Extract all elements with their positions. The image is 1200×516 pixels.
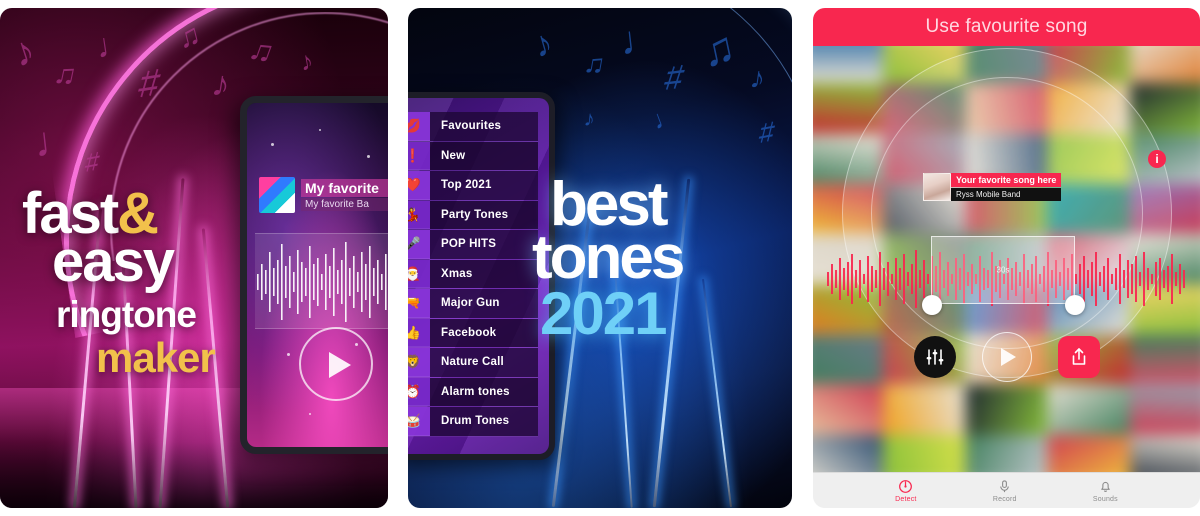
menu-item-label: Alarm tones bbox=[430, 377, 538, 406]
menu-item-favourites[interactable]: 💋Favourites bbox=[408, 112, 538, 142]
share-icon bbox=[1072, 348, 1085, 365]
dancer-icon: 💃 bbox=[408, 200, 430, 229]
menu-item-top-2021[interactable]: ❤️Top 2021 bbox=[408, 171, 538, 201]
album-art-tile bbox=[1129, 384, 1200, 435]
headline-easy: easy bbox=[52, 229, 175, 295]
menu-item-label: POP HITS bbox=[430, 230, 538, 259]
menu-item-pop-hits[interactable]: 🎤POP HITS bbox=[408, 230, 538, 260]
trim-handle-left[interactable] bbox=[922, 295, 942, 315]
star-dot bbox=[367, 155, 370, 158]
thumbs-up-icon: 👍 bbox=[408, 318, 430, 347]
menu-item-label: Facebook bbox=[430, 318, 538, 347]
menu-item-label: Drum Tones bbox=[430, 407, 538, 436]
use-favourite-song-header[interactable]: Use favourite song bbox=[813, 8, 1200, 46]
exclamation-icon: ❗ bbox=[408, 141, 430, 170]
panel3-song-title: Your favorite song here bbox=[951, 173, 1062, 187]
circle-overlay-inner bbox=[870, 77, 1143, 349]
info-badge-icon[interactable]: i bbox=[1148, 150, 1166, 168]
menu-item-major-gun[interactable]: 🔫Major Gun bbox=[408, 289, 538, 319]
panel1-song-text: My favorite My favorite Ba bbox=[301, 179, 388, 211]
panel3-song-text: Your favorite song here Ryss Mobile Band bbox=[951, 173, 1062, 201]
menu-item-label: New bbox=[430, 141, 538, 170]
play-button[interactable] bbox=[981, 332, 1032, 382]
headline-2021: 2021 bbox=[540, 279, 667, 347]
screenshot-panel-3[interactable]: Use favourite song i Your favorite song … bbox=[813, 8, 1200, 508]
menu-item-label: Nature Call bbox=[430, 348, 538, 377]
bell-icon bbox=[1098, 479, 1113, 495]
tab-label: Sounds bbox=[1092, 495, 1118, 503]
pistol-icon: 🔫 bbox=[408, 289, 430, 318]
selection-duration-label: 30s bbox=[996, 265, 1010, 275]
tab-label: Detect bbox=[895, 495, 917, 503]
album-art-tile bbox=[1047, 384, 1130, 435]
panel3-song-artist: Ryss Mobile Band bbox=[951, 188, 1062, 201]
tab-detect[interactable]: Detect bbox=[895, 479, 916, 503]
tab-label: Record bbox=[992, 495, 1017, 503]
music-note-icon: ♪ bbox=[582, 105, 597, 132]
lion-icon: 🦁 bbox=[408, 348, 430, 377]
menu-item-nature-call[interactable]: 🦁Nature Call bbox=[408, 348, 538, 378]
menu-item-label: Top 2021 bbox=[430, 171, 538, 200]
menu-item-alarm-tones[interactable]: ⏰Alarm tones bbox=[408, 377, 538, 407]
detect-icon bbox=[898, 479, 913, 495]
menu-item-label: Major Gun bbox=[430, 289, 538, 318]
tab-record[interactable]: Record bbox=[993, 479, 1017, 503]
menu-item-party-tones[interactable]: 💃Party Tones bbox=[408, 200, 538, 230]
screenshot-panel-1[interactable]: ♪ ♫ ♩ ♯ ♫ ♪ ♩ ♫ ♪ ♯ fast& easy ringtone … bbox=[0, 8, 388, 508]
menu-item-label: Party Tones bbox=[430, 200, 538, 229]
headline-tones: tones bbox=[532, 223, 685, 293]
panel1-song-title: My favorite bbox=[301, 179, 388, 197]
equalizer-icon bbox=[926, 349, 943, 365]
music-note-icon: ♩ bbox=[617, 16, 663, 64]
screenshot-panel-2[interactable]: ♪ ♫ ♩ ♯ ♫ ♪ ♩ ♯ ♪ best tones 2021 💋Favou… bbox=[408, 8, 792, 508]
panel1-headline: fast& easy ringtone maker bbox=[22, 185, 292, 382]
screenshot-gallery: ♪ ♫ ♩ ♯ ♫ ♪ ♩ ♫ ♪ ♯ fast& easy ringtone … bbox=[0, 0, 1200, 516]
menu-item-label: Favourites bbox=[430, 112, 538, 141]
microphone-icon: 🎤 bbox=[408, 230, 430, 259]
heart-icon: ❤️ bbox=[408, 171, 430, 200]
share-button[interactable] bbox=[1057, 336, 1100, 378]
trim-selection-region[interactable]: 30s bbox=[931, 236, 1075, 304]
bottom-tab-bar[interactable]: Detect Record Sounds bbox=[813, 472, 1200, 508]
microphone-icon bbox=[997, 479, 1012, 495]
menu-item-label: Xmas bbox=[430, 259, 538, 288]
album-art-tile bbox=[883, 384, 966, 435]
lips-icon: 💋 bbox=[408, 112, 430, 141]
album-art-tile bbox=[813, 384, 884, 435]
menu-item-drum-tones[interactable]: 🥁Drum Tones bbox=[408, 407, 538, 437]
album-art-icon bbox=[923, 173, 951, 201]
panel1-play-button[interactable] bbox=[299, 327, 373, 401]
star-dot bbox=[319, 129, 321, 131]
alarm-clock-icon: ⏰ bbox=[408, 377, 430, 406]
headline-maker: maker bbox=[96, 334, 216, 382]
panel1-song-subtitle: My favorite Ba bbox=[301, 198, 388, 211]
panel3-song-row[interactable]: Your favorite song here Ryss Mobile Band bbox=[923, 173, 1062, 201]
album-art-tile bbox=[965, 384, 1048, 435]
music-note-icon: ♩ bbox=[93, 23, 133, 67]
santa-icon: 🎅 bbox=[408, 259, 430, 288]
tab-sounds[interactable]: Sounds bbox=[1093, 479, 1118, 503]
panel2-headline: best tones 2021 bbox=[532, 173, 685, 343]
star-dot bbox=[309, 413, 311, 415]
music-note-icon: ♩ bbox=[31, 114, 79, 167]
headline-ringtone: ringtone bbox=[56, 294, 197, 336]
equalizer-button[interactable] bbox=[913, 336, 956, 378]
category-menu[interactable]: 💋Favourites❗New❤️Top 2021💃Party Tones🎤PO… bbox=[408, 112, 538, 442]
menu-item-facebook[interactable]: 👍Facebook bbox=[408, 318, 538, 348]
drum-icon: 🥁 bbox=[408, 407, 430, 436]
star-dot bbox=[271, 143, 274, 146]
playback-controls bbox=[813, 330, 1200, 384]
trim-handle-right[interactable] bbox=[1065, 295, 1085, 315]
menu-item-new[interactable]: ❗New bbox=[408, 141, 538, 171]
menu-item-xmas[interactable]: 🎅Xmas bbox=[408, 259, 538, 289]
panel3-app-screen: Use favourite song i Your favorite song … bbox=[813, 8, 1200, 508]
